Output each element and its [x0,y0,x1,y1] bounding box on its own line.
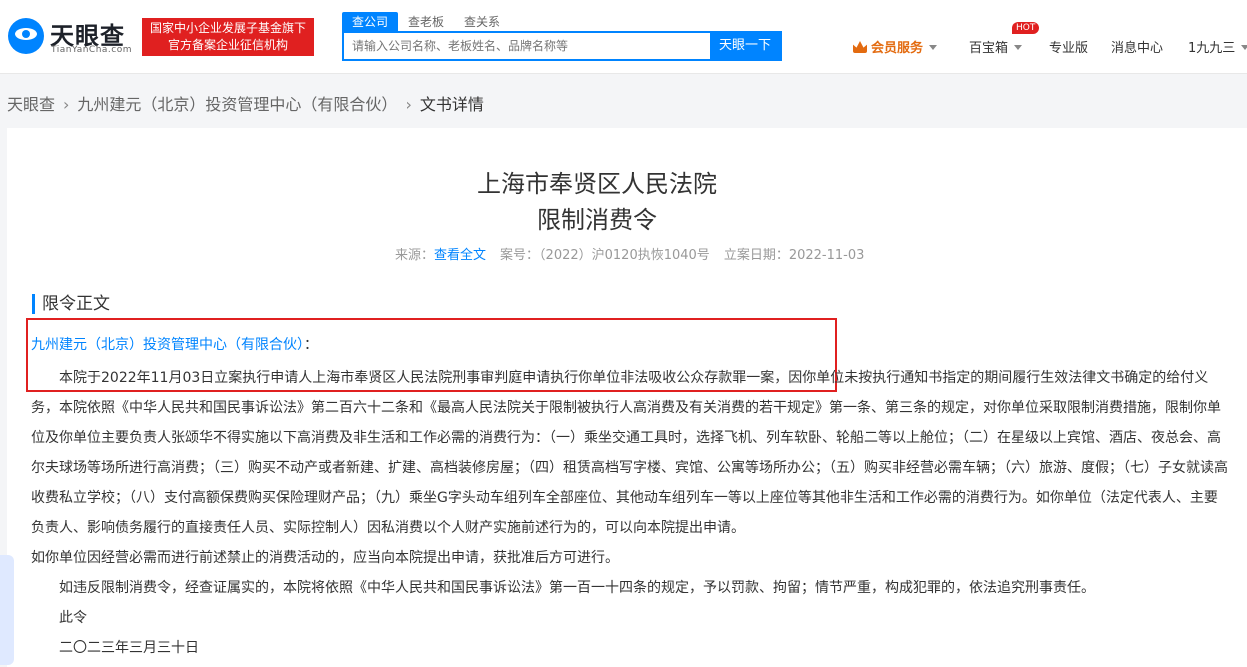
party-line: 九州建元（北京）投资管理中心（有限合伙）： [31,334,318,354]
search-tabs: 查公司 查老板 查关系 [342,12,510,32]
section-heading: 限令正文 [32,294,110,314]
chevron-down-icon [1014,45,1023,50]
source-label: 来源： [395,248,435,263]
breadcrumb-company[interactable]: 九州建元（北京）投资管理中心（有限合伙） [77,95,397,114]
document-card: 上海市奉贤区人民法院 限制消费令 来源：查看全文 案号：（2022）沪0120执恢… [7,128,1247,667]
chevron-down-icon [1241,45,1247,50]
date-label: 立案日期： [723,248,789,263]
user-name: 1九九三 [1188,41,1236,56]
paragraph: 此令 [59,610,87,626]
badge-line2: 官方备案企业征信机构 [167,38,288,52]
pro-version-link[interactable]: 专业版 [1049,37,1088,56]
search-box: 天眼一下 [342,31,782,61]
breadcrumb-separator-icon: › [405,95,412,114]
tab-boss[interactable]: 查老板 [398,12,454,32]
breadcrumb-home[interactable]: 天眼查 [7,95,55,114]
logo-url: TianYanCha.com [51,45,133,55]
paragraph: 如违反限制消费令，经查证属实的，本院将依照《中华人民共和国民事诉讼法》第一百一十… [59,580,1095,596]
breadcrumb-current: 文书详情 [419,95,484,114]
party-colon: ： [304,337,318,353]
hot-badge: HOT [1012,22,1040,34]
vip-label: 会员服务 [871,41,924,56]
filing-date: 2022-11-03 [788,248,865,263]
tab-company[interactable]: 查公司 [342,12,399,32]
party-company-link[interactable]: 九州建元（北京）投资管理中心（有限合伙） [31,337,304,353]
paragraph: 本院于2022年11月03日立案执行申请人上海市奉贤区人民法院刑事审判庭申请执行… [31,370,1228,536]
search-input[interactable] [344,33,710,59]
message-center-link[interactable]: 消息中心 [1111,37,1163,56]
side-float-widget[interactable] [0,555,14,665]
tab-relation[interactable]: 查关系 [454,12,510,32]
badge-line1: 国家中小企业发展子基金旗下 [149,21,306,35]
breadcrumb-separator-icon: › [63,95,70,114]
baibao-menu[interactable]: 百宝箱 [969,37,1023,56]
court-title: 上海市奉贤区人民法院 [477,170,717,198]
document-meta: 来源：查看全文 案号：（2022）沪0120执恢1040号 立案日期：2022-11… [395,244,864,263]
vip-service-menu[interactable]: 会员服务 [853,37,938,56]
logo[interactable]: 天眼查 TianYanCha.com [8,16,134,58]
chevron-down-icon [929,45,938,50]
official-badge[interactable]: 国家中小企业发展子基金旗下 官方备案企业征信机构 [142,18,314,56]
case-label: 案号： [500,248,540,263]
document-type-title: 限制消费令 [537,206,657,234]
document-body: 本院于2022年11月03日立案执行申请人上海市奉贤区人民法院刑事审判庭申请执行… [31,363,1231,663]
top-navbar: 天眼查 TianYanCha.com 国家中小企业发展子基金旗下 官方备案企业征… [0,0,1247,74]
view-full-text-link[interactable]: 查看全文 [434,248,486,263]
paragraph: 如你单位因经营必需而进行前述禁止的消费活动的，应当向本院提出申请，获批准后方可进… [31,550,619,566]
user-menu[interactable]: 1九九三 [1188,37,1247,56]
breadcrumb: 天眼查 › 九州建元（北京）投资管理中心（有限合伙） › 文书详情 [7,91,484,115]
baibao-label: 百宝箱 [969,41,1009,56]
paragraph: 二〇二三年三月三十日 [59,640,199,656]
crown-icon [853,41,867,53]
search-button[interactable]: 天眼一下 [710,33,780,59]
case-number: （2022）沪0120执恢1040号 [539,248,710,263]
eye-logo-icon [8,18,44,54]
